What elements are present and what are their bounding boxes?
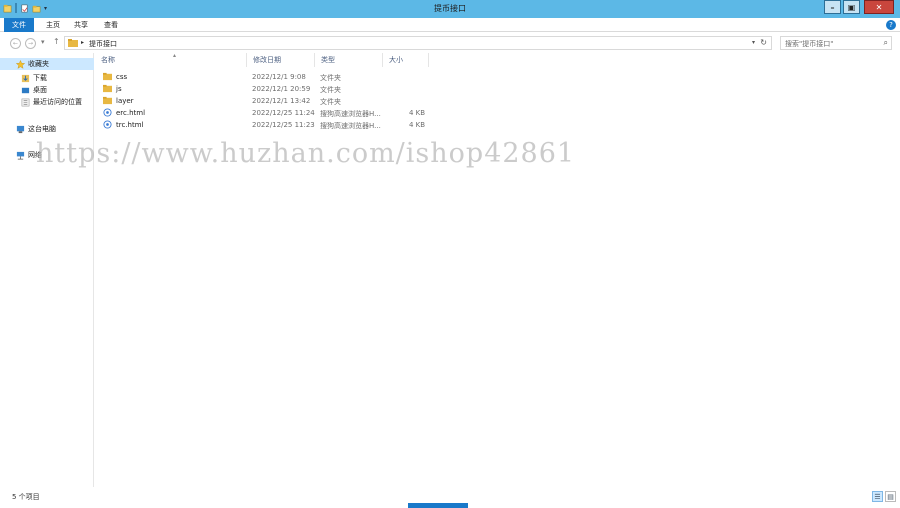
window-title: 提币接口 (434, 4, 466, 13)
file-name: trc.html (116, 121, 144, 129)
column-header-name[interactable]: ▴ 名称 (95, 52, 247, 67)
forward-button[interactable]: → (25, 38, 36, 49)
address-row: ← → ▾ ↑ ▸ 提币接口 ▾ ↻ 搜索"提币接口" ⌕ (0, 33, 900, 53)
file-size: 4 KB (409, 109, 426, 117)
maximize-button[interactable]: ▣ (843, 0, 860, 14)
help-button[interactable]: ? (886, 20, 896, 30)
column-header-size[interactable]: 大小 (383, 53, 429, 67)
back-arrow-icon: ← (12, 40, 19, 47)
tab-file[interactable]: 文件 (4, 18, 34, 32)
file-row-trc-html[interactable]: trc.html 2022/12/25 11:23 搜狗高速浏览器H... 4 … (95, 119, 435, 131)
file-date: 2022/12/1 13:42 (252, 97, 311, 105)
close-button[interactable]: ✕ (864, 0, 894, 14)
file-name: css (116, 73, 128, 81)
folder-icon (103, 72, 112, 81)
taskbar-indicator (408, 503, 468, 508)
file-type: 搜狗高速浏览器H... (320, 110, 381, 118)
file-list-pane: ▴ 名称 修改日期 类型 大小 css 2022/12/1 9:08 文件夹 j… (95, 52, 900, 487)
nav-label-this-pc: 这台电脑 (28, 125, 56, 133)
file-type: 文件夹 (320, 74, 341, 82)
details-view-icon: ☰ (874, 492, 881, 501)
nav-item-this-pc[interactable]: 这台电脑 (0, 123, 94, 135)
sort-ascending-icon: ▴ (173, 52, 177, 59)
nav-item-downloads[interactable]: 下载 (0, 72, 94, 84)
details-view-button[interactable]: ☰ (872, 491, 883, 502)
column-header-type[interactable]: 类型 (315, 53, 383, 67)
item-count: 5 个项目 (12, 493, 40, 501)
address-dropdown-icon[interactable]: ▾ (752, 39, 755, 46)
file-date: 2022/12/1 20:59 (252, 85, 311, 93)
recent-places-icon (21, 98, 30, 106)
nav-label-desktop: 桌面 (33, 86, 47, 94)
folder-icon (103, 96, 112, 105)
search-icon[interactable]: ⌕ (884, 38, 888, 48)
minimize-icon: – (830, 2, 835, 12)
star-icon (16, 59, 25, 69)
file-name: js (116, 85, 122, 93)
nav-item-favorites[interactable]: 收藏夹 (0, 58, 94, 70)
column-label-name: 名称 (101, 56, 115, 64)
file-name: layer (116, 97, 134, 105)
nav-item-desktop[interactable]: 桌面 (0, 84, 94, 96)
file-row-js[interactable]: js 2022/12/1 20:59 文件夹 (95, 83, 435, 95)
network-icon (16, 151, 25, 159)
nav-label-recent-places: 最近访问的位置 (33, 98, 82, 106)
file-date: 2022/12/25 11:23 (252, 121, 315, 129)
nav-label-downloads: 下载 (33, 74, 47, 82)
refresh-icon[interactable]: ↻ (760, 38, 767, 47)
file-row-layer[interactable]: layer 2022/12/1 13:42 文件夹 (95, 95, 435, 107)
downloads-icon (21, 74, 30, 82)
chevron-down-icon: ▾ (41, 38, 45, 46)
file-row-css[interactable]: css 2022/12/1 9:08 文件夹 (95, 71, 435, 83)
file-row-erc-html[interactable]: erc.html 2022/12/25 11:24 搜狗高速浏览器H... 4 … (95, 107, 435, 119)
minimize-button[interactable]: – (824, 0, 841, 14)
breadcrumb-current[interactable]: 提币接口 (89, 39, 117, 49)
back-button[interactable]: ← (10, 38, 21, 49)
tab-share[interactable]: 共享 (66, 18, 96, 32)
address-bar[interactable]: ▸ 提币接口 ▾ ↻ (64, 36, 772, 50)
file-type: 搜狗高速浏览器H... (320, 122, 381, 130)
column-header-date[interactable]: 修改日期 (247, 53, 315, 67)
watermark-text: https://www.huzhan.com/ishop42861 (36, 138, 576, 169)
forward-arrow-icon: → (27, 40, 34, 47)
file-type: 文件夹 (320, 86, 341, 94)
folder-icon (68, 39, 78, 47)
html-file-icon (103, 108, 112, 117)
navigation-pane: 收藏夹 下载 桌面 最近访问的位置 这台电脑 网络 (0, 53, 94, 487)
file-date: 2022/12/25 11:24 (252, 109, 315, 117)
computer-icon (16, 125, 25, 133)
recent-locations-button[interactable]: ▾ (41, 38, 45, 46)
ribbon-tabs: 文件 主页 共享 查看 ? (0, 18, 900, 32)
file-size: 4 KB (409, 121, 426, 129)
tab-view[interactable]: 查看 (96, 18, 126, 32)
nav-item-recent-places[interactable]: 最近访问的位置 (0, 96, 94, 108)
breadcrumb-separator-icon[interactable]: ▸ (81, 39, 84, 46)
file-name: erc.html (116, 109, 146, 117)
search-input[interactable]: 搜索"提币接口" ⌕ (780, 36, 892, 50)
folder-icon (103, 84, 112, 93)
title-bar: ▾ 提币接口 – ▣ ✕ (0, 0, 900, 18)
file-date: 2022/12/1 9:08 (252, 73, 306, 81)
file-type: 文件夹 (320, 98, 341, 106)
nav-label-favorites: 收藏夹 (28, 60, 49, 68)
search-placeholder: 搜索"提币接口" (785, 40, 834, 48)
close-icon: ✕ (875, 2, 883, 12)
large-icons-view-button[interactable]: ▤ (885, 491, 896, 502)
maximize-icon: ▣ (847, 2, 856, 12)
tab-home[interactable]: 主页 (38, 18, 68, 32)
html-file-icon (103, 120, 112, 129)
large-icons-view-icon: ▤ (887, 492, 894, 501)
up-button[interactable]: ↑ (53, 37, 60, 46)
up-arrow-icon: ↑ (53, 37, 60, 46)
desktop-icon (21, 87, 30, 93)
